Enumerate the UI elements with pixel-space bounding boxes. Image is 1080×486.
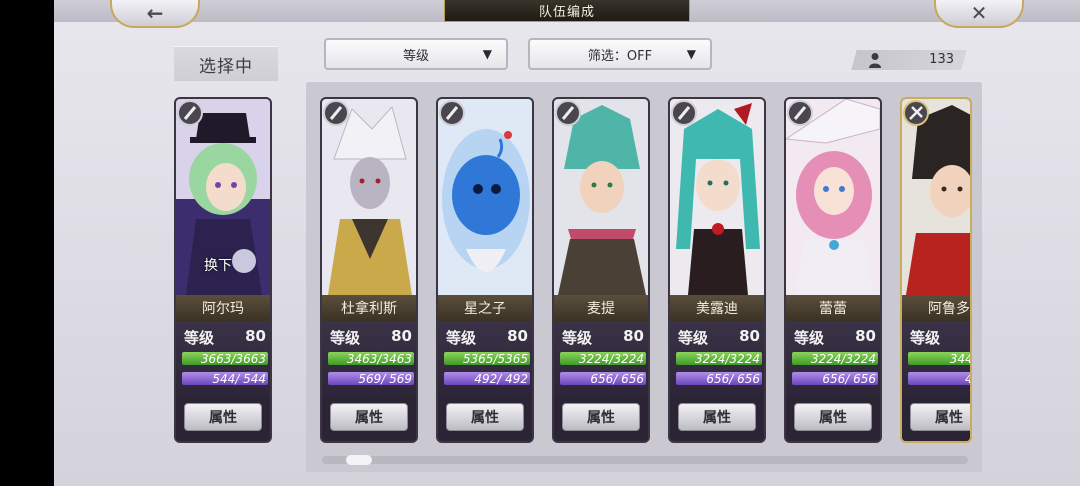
back-button[interactable]: ← xyxy=(110,0,200,28)
swap-label: 换下 xyxy=(204,258,232,274)
filter-dropdown[interactable]: 筛选：OFF ▼ xyxy=(528,38,712,70)
unit-name: 阿尔玛 xyxy=(176,295,270,321)
attributes-button[interactable]: 属性 xyxy=(330,403,408,431)
rank-badge-icon xyxy=(671,100,697,126)
mp-bar: 544/ 544 xyxy=(182,372,268,385)
filter-dropdown-label: 筛选：OFF xyxy=(587,48,653,64)
rank-badge-icon xyxy=(787,100,813,126)
hp-bar: 3463/3463 xyxy=(328,352,414,365)
mp-bar: 656/ 656 xyxy=(792,372,878,385)
attributes-button[interactable]: 属性 xyxy=(678,403,756,431)
unit-stats: 等级 80 3444/3 413/ xyxy=(902,321,972,395)
horizontal-scrollbar[interactable] xyxy=(322,456,968,464)
unit-count: 133 xyxy=(929,52,954,67)
level-label: 等级 xyxy=(562,329,593,347)
unit-stats: 等级 80 3663/3663 544/ 544 xyxy=(176,321,270,395)
attributes-button[interactable]: 属性 xyxy=(184,403,262,431)
level-label: 等级 xyxy=(330,329,361,347)
unit-portrait xyxy=(438,99,532,295)
unit-portrait xyxy=(670,99,764,295)
level-label: 等级 xyxy=(794,329,825,347)
level-value: 80 xyxy=(623,327,644,345)
game-screen: ← 队伍编成 ✕ 选择中 等级 ▼ 筛选：OFF ▼ 133 换下 阿尔玛 等级… xyxy=(54,0,1080,486)
person-icon xyxy=(869,53,881,68)
unit-card[interactable]: 阿鲁多 等级 80 3444/3 413/ 属性 xyxy=(900,97,972,443)
unit-name: 美露迪 xyxy=(670,295,764,321)
unit-card[interactable]: 麦提 等级 80 3224/3224 656/ 656 属性 xyxy=(552,97,650,443)
dropdown-arrow-icon: ▼ xyxy=(686,47,696,61)
level-value: 80 xyxy=(855,327,876,345)
unit-card[interactable]: 蕾蕾 等级 80 3224/3224 656/ 656 属性 xyxy=(784,97,882,443)
page-title: 队伍编成 xyxy=(444,0,690,22)
scrollbar-thumb[interactable] xyxy=(346,455,372,465)
unit-name: 星之子 xyxy=(438,295,532,321)
hp-bar: 3663/3663 xyxy=(182,352,268,365)
attributes-button[interactable]: 属性 xyxy=(794,403,872,431)
attributes-button[interactable]: 属性 xyxy=(562,403,640,431)
hp-bar: 5365/5365 xyxy=(444,352,530,365)
mp-bar: 413/ xyxy=(908,372,970,385)
rank-badge-icon xyxy=(903,100,929,126)
mp-bar: 656/ 656 xyxy=(560,372,646,385)
unit-card[interactable]: 美露迪 等级 80 3224/3224 656/ 656 属性 xyxy=(668,97,766,443)
unit-name: 蕾蕾 xyxy=(786,295,880,321)
rank-badge-icon xyxy=(439,100,465,126)
unit-stats: 等级 80 3224/3224 656/ 656 xyxy=(554,321,648,395)
unit-portrait xyxy=(902,99,970,295)
unit-portrait xyxy=(554,99,648,295)
rank-badge-icon xyxy=(323,100,349,126)
close-icon: ✕ xyxy=(970,1,988,25)
rank-badge-icon xyxy=(177,100,203,126)
unit-portrait xyxy=(786,99,880,295)
level-value: 80 xyxy=(971,327,972,345)
sort-dropdown-label: 等级 xyxy=(402,48,429,64)
level-value: 80 xyxy=(391,327,412,345)
unit-name: 杜拿利斯 xyxy=(322,295,416,321)
attributes-button[interactable]: 属性 xyxy=(446,403,524,431)
level-value: 80 xyxy=(739,327,760,345)
hp-bar: 3224/3224 xyxy=(560,352,646,365)
level-label: 等级 xyxy=(184,329,215,347)
back-arrow-icon: ← xyxy=(146,1,164,25)
unit-stats: 等级 80 3463/3463 569/ 569 xyxy=(322,321,416,395)
unit-portrait xyxy=(322,99,416,295)
hp-bar: 3224/3224 xyxy=(676,352,762,365)
selecting-label: 选择中 xyxy=(174,46,278,81)
level-label: 等级 xyxy=(446,329,477,347)
mp-bar: 569/ 569 xyxy=(328,372,414,385)
level-value: 80 xyxy=(507,327,528,345)
hp-bar: 3444/3 xyxy=(908,352,970,365)
selected-unit-card[interactable]: 换下 阿尔玛 等级 80 3663/3663 544/ 544 属性 xyxy=(174,97,272,443)
level-label: 等级 xyxy=(678,329,709,347)
mp-bar: 492/ 492 xyxy=(444,372,530,385)
unit-card[interactable]: 杜拿利斯 等级 80 3463/3463 569/ 569 属性 xyxy=(320,97,418,443)
level-label: 等级 xyxy=(910,329,941,347)
close-button[interactable]: ✕ xyxy=(934,0,1024,28)
level-value: 80 xyxy=(245,327,266,345)
unit-stats: 等级 80 5365/5365 492/ 492 xyxy=(438,321,532,395)
unit-name: 阿鲁多 xyxy=(902,295,970,321)
unit-stats: 等级 80 3224/3224 656/ 656 xyxy=(786,321,880,395)
unit-name: 麦提 xyxy=(554,295,648,321)
dropdown-arrow-icon: ▼ xyxy=(482,47,492,61)
rank-badge-icon xyxy=(555,100,581,126)
mp-bar: 656/ 656 xyxy=(676,372,762,385)
hp-bar: 3224/3224 xyxy=(792,352,878,365)
unit-stats: 等级 80 3224/3224 656/ 656 xyxy=(670,321,764,395)
unit-card[interactable]: 星之子 等级 80 5365/5365 492/ 492 属性 xyxy=(436,97,534,443)
attributes-button[interactable]: 属性 xyxy=(910,403,970,431)
sort-dropdown[interactable]: 等级 ▼ xyxy=(324,38,508,70)
